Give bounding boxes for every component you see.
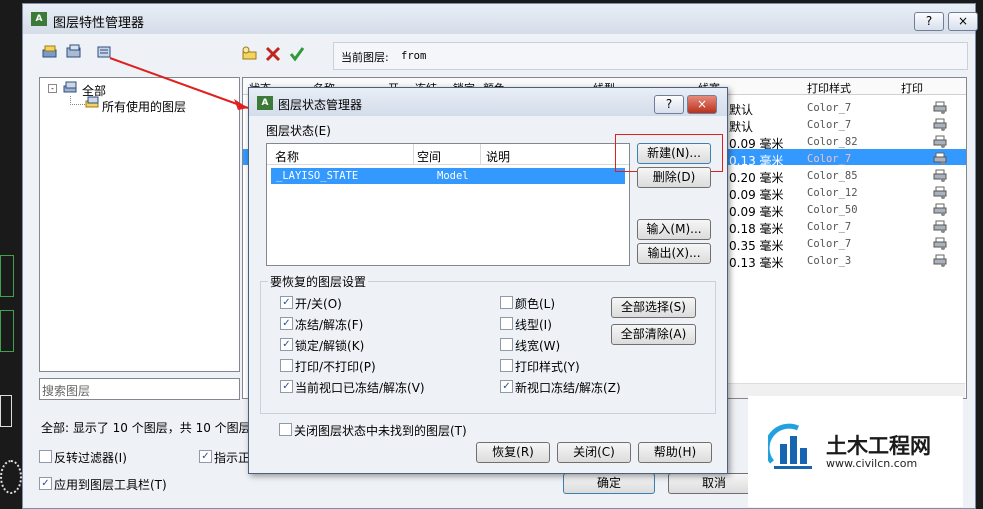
states-col-description[interactable]: 说明 (486, 148, 510, 165)
clear-all-button[interactable]: 全部清除(A) (611, 324, 696, 345)
restore-setting-label: 开/关(O) (295, 297, 342, 311)
restore-setting-label: 打印/不打印(P) (295, 360, 376, 374)
restore-setting-checkbox[interactable]: ✓ (280, 380, 293, 393)
delete-state-button[interactable]: 删除(D) (637, 167, 711, 188)
restore-setting-checkbox[interactable]: ✓ (280, 338, 293, 351)
dialog-title: 图层状态管理器 (278, 98, 363, 112)
restore-setting-label: 线宽(W) (515, 339, 561, 353)
civilcn-logo-icon (764, 422, 818, 472)
restore-setting-label: 冻结/解冻(F) (295, 318, 364, 332)
restore-setting-checkbox[interactable] (500, 359, 513, 372)
layer-states-list: 名称 空间 说明 _LAYISO_STATE Model (266, 143, 630, 266)
export-button[interactable]: 输出(X)... (637, 243, 711, 264)
watermark-url: www.civilcn.com (826, 457, 918, 470)
import-button[interactable]: 输入(M)... (637, 219, 711, 240)
restore-button[interactable]: 恢复(R) (476, 442, 550, 463)
restore-setting-checkbox[interactable] (500, 338, 513, 351)
restore-setting-checkbox[interactable]: ✓ (500, 380, 513, 393)
restore-setting-label: 新视口冻结/解冻(Z) (515, 381, 621, 395)
states-col-space[interactable]: 空间 (417, 148, 441, 165)
restore-setting-label: 线型(I) (515, 318, 552, 332)
watermark: 土木工程网 www.civilcn.com (748, 396, 963, 507)
restore-setting-label: 打印样式(Y) (515, 360, 580, 374)
dialog-help-button[interactable]: ? (654, 95, 684, 114)
restore-setting-checkbox[interactable] (500, 317, 513, 330)
close-missing-checkbox[interactable] (279, 423, 292, 436)
states-col-divider (480, 144, 481, 164)
close-missing-label: 关闭图层状态中未找到的图层(T) (294, 424, 467, 438)
layer-states-manager-dialog: A 图层状态管理器 ? × 图层状态(E) 名称 空间 说明 _LAYISO_S… (248, 87, 728, 474)
state-name: _LAYISO_STATE (276, 170, 359, 182)
restore-setting-checkbox[interactable]: ✓ (280, 317, 293, 330)
dialog-close-button[interactable]: × (687, 95, 717, 114)
layer-states-label: 图层状态(E) (266, 124, 331, 138)
restore-setting-label: 当前视口已冻结/解冻(V) (295, 381, 425, 395)
restore-setting-checkbox[interactable] (500, 296, 513, 309)
watermark-brand: 土木工程网 (826, 434, 931, 458)
restore-setting-label: 锁定/解锁(K) (295, 339, 365, 353)
new-state-button[interactable]: 新建(N)... (637, 143, 711, 164)
states-col-name[interactable]: 名称 (275, 148, 299, 165)
states-list-header (267, 144, 629, 165)
restore-setting-checkbox[interactable]: ✓ (280, 296, 293, 309)
restore-setting-checkbox[interactable] (280, 359, 293, 372)
dialog-app-icon: A (257, 96, 273, 110)
dialog-help-text-button[interactable]: 帮助(H) (638, 442, 712, 463)
select-all-button[interactable]: 全部选择(S) (611, 297, 696, 318)
states-col-divider (413, 144, 414, 164)
restore-setting-label: 颜色(L) (515, 297, 556, 311)
dialog-close-text-button[interactable]: 关闭(C) (557, 442, 631, 463)
restore-settings-label: 要恢复的图层设置 (268, 273, 369, 290)
state-space: Model (437, 170, 469, 182)
